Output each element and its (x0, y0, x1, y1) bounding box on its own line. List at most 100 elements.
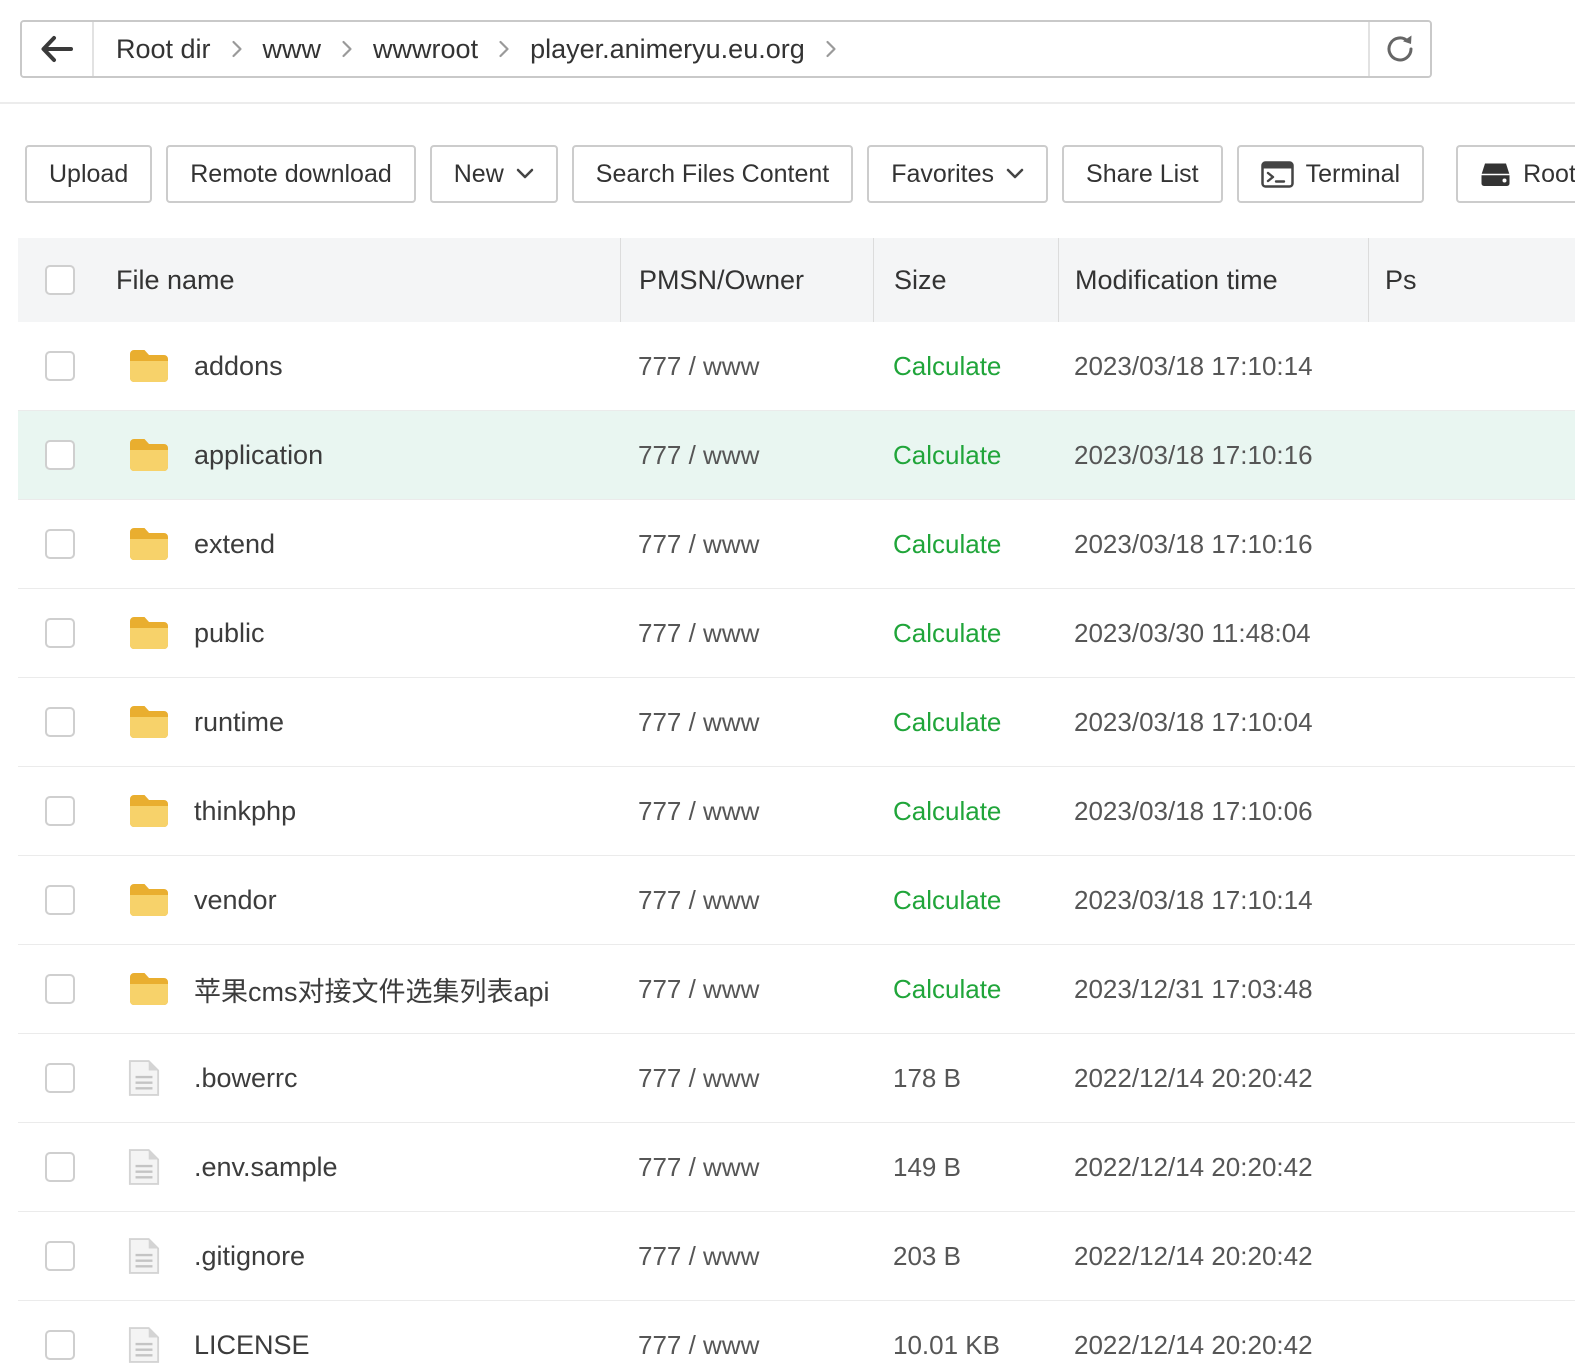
column-header-modification-time: Modification time (1058, 238, 1368, 322)
file-owner: 777 / www (620, 1330, 873, 1361)
folder-icon (128, 526, 170, 562)
favorites-button[interactable]: Favorites (867, 145, 1048, 203)
file-modification-time: 2023/03/18 17:10:04 (1058, 707, 1368, 738)
row-checkbox[interactable] (45, 707, 75, 737)
row-checkbox[interactable] (45, 529, 75, 559)
calculate-size-link[interactable]: Calculate (873, 351, 1058, 382)
share-list-button[interactable]: Share List (1062, 145, 1223, 203)
file-owner: 777 / www (620, 618, 873, 649)
table-row[interactable]: vendor 777 / www Calculate 2023/03/18 17… (18, 856, 1575, 945)
file-name[interactable]: addons (194, 351, 283, 382)
calculate-size-link[interactable]: Calculate (873, 707, 1058, 738)
folder-icon (128, 437, 170, 473)
table-row[interactable]: thinkphp 777 / www Calculate 2023/03/18 … (18, 767, 1575, 856)
breadcrumb-item[interactable]: wwwroot (373, 34, 478, 65)
file-owner: 777 / www (620, 885, 873, 916)
chevron-right-icon (340, 39, 354, 59)
file-owner: 777 / www (620, 529, 873, 560)
file-name[interactable]: runtime (194, 707, 284, 738)
file-name[interactable]: .gitignore (194, 1241, 305, 1272)
row-checkbox[interactable] (45, 1330, 75, 1360)
file-owner: 777 / www (620, 974, 873, 1005)
table-row[interactable]: application 777 / www Calculate 2023/03/… (18, 411, 1575, 500)
table-row[interactable]: addons 777 / www Calculate 2023/03/18 17… (18, 322, 1575, 411)
calculate-size-link[interactable]: Calculate (873, 529, 1058, 560)
row-checkbox[interactable] (45, 796, 75, 826)
row-checkbox[interactable] (45, 1152, 75, 1182)
file-name[interactable]: extend (194, 529, 275, 560)
breadcrumb-item[interactable]: Root dir (116, 34, 211, 65)
file-name[interactable]: public (194, 618, 265, 649)
file-name[interactable]: LICENSE (194, 1330, 310, 1361)
file-modification-time: 2023/03/18 17:10:16 (1058, 440, 1368, 471)
folder-icon (128, 793, 170, 829)
table-row[interactable]: runtime 777 / www Calculate 2023/03/18 1… (18, 678, 1575, 767)
folder-icon (128, 348, 170, 384)
select-all-checkbox[interactable] (45, 265, 75, 295)
share-list-button-label: Share List (1086, 160, 1199, 189)
file-icon (128, 1059, 170, 1097)
file-name[interactable]: vendor (194, 885, 277, 916)
file-name[interactable]: .bowerrc (194, 1063, 298, 1094)
file-size: 178 B (873, 1063, 1058, 1094)
row-checkbox[interactable] (45, 351, 75, 381)
row-checkbox[interactable] (45, 1241, 75, 1271)
breadcrumb-item[interactable]: player.animeryu.eu.org (530, 34, 805, 65)
table-row[interactable]: .gitignore 777 / www 203 B 2022/12/14 20… (18, 1212, 1575, 1301)
file-modification-time: 2023/03/18 17:10:14 (1058, 885, 1368, 916)
terminal-button[interactable]: Terminal (1237, 145, 1424, 203)
back-button[interactable] (22, 22, 94, 76)
table-row[interactable]: public 777 / www Calculate 2023/03/30 11… (18, 589, 1575, 678)
table-row[interactable]: .env.sample 777 / www 149 B 2022/12/14 2… (18, 1123, 1575, 1212)
table-header: File name PMSN/Owner Size Modification t… (18, 238, 1575, 322)
table-row[interactable]: .bowerrc 777 / www 178 B 2022/12/14 20:2… (18, 1034, 1575, 1123)
chevron-right-icon (824, 39, 838, 59)
file-name[interactable]: 苹果cms对接文件选集列表api (194, 970, 550, 1009)
file-modification-time: 2023/03/18 17:10:06 (1058, 796, 1368, 827)
terminal-icon (1261, 161, 1294, 188)
breadcrumb-item[interactable]: www (263, 34, 322, 65)
search-files-content-button[interactable]: Search Files Content (572, 145, 853, 203)
row-checkbox[interactable] (45, 618, 75, 648)
column-header-file-name: File name (108, 238, 620, 322)
file-modification-time: 2023/03/30 11:48:04 (1058, 618, 1368, 649)
new-button[interactable]: New (430, 145, 558, 203)
file-icon (128, 1326, 170, 1364)
file-owner: 777 / www (620, 1241, 873, 1272)
chevron-down-icon (516, 168, 534, 180)
refresh-button[interactable] (1368, 22, 1430, 76)
calculate-size-link[interactable]: Calculate (873, 440, 1058, 471)
column-header-ps: Ps (1368, 238, 1575, 322)
calculate-size-link[interactable]: Calculate (873, 974, 1058, 1005)
calculate-size-link[interactable]: Calculate (873, 618, 1058, 649)
table-row[interactable]: extend 777 / www Calculate 2023/03/18 17… (18, 500, 1575, 589)
file-name[interactable]: thinkphp (194, 796, 296, 827)
file-icon (128, 1237, 170, 1275)
path-bar: Root dir www wwwroot player.animeryu.eu.… (20, 20, 1432, 78)
file-owner: 777 / www (620, 440, 873, 471)
column-header-owner: PMSN/Owner (620, 238, 873, 322)
root-dir-button-label: Root dir ( (1523, 160, 1575, 189)
table-row[interactable]: 苹果cms对接文件选集列表api 777 / www Calculate 202… (18, 945, 1575, 1034)
root-dir-button[interactable]: Root dir ( (1456, 145, 1575, 203)
table-row[interactable]: LICENSE 777 / www 10.01 KB 2022/12/14 20… (18, 1301, 1575, 1365)
row-checkbox[interactable] (45, 974, 75, 1004)
file-owner: 777 / www (620, 707, 873, 738)
row-checkbox[interactable] (45, 440, 75, 470)
chevron-right-icon (230, 39, 244, 59)
remote-download-button[interactable]: Remote download (166, 145, 416, 203)
file-size: 149 B (873, 1152, 1058, 1183)
file-size: 10.01 KB (873, 1330, 1058, 1361)
row-checkbox[interactable] (45, 1063, 75, 1093)
file-name[interactable]: .env.sample (194, 1152, 338, 1183)
row-checkbox[interactable] (45, 885, 75, 915)
file-size: 203 B (873, 1241, 1058, 1272)
calculate-size-link[interactable]: Calculate (873, 885, 1058, 916)
calculate-size-link[interactable]: Calculate (873, 796, 1058, 827)
file-modification-time: 2022/12/14 20:20:42 (1058, 1330, 1368, 1361)
file-owner: 777 / www (620, 351, 873, 382)
upload-button[interactable]: Upload (25, 145, 152, 203)
file-modification-time: 2022/12/14 20:20:42 (1058, 1152, 1368, 1183)
favorites-button-label: Favorites (891, 160, 994, 189)
file-name[interactable]: application (194, 440, 323, 471)
